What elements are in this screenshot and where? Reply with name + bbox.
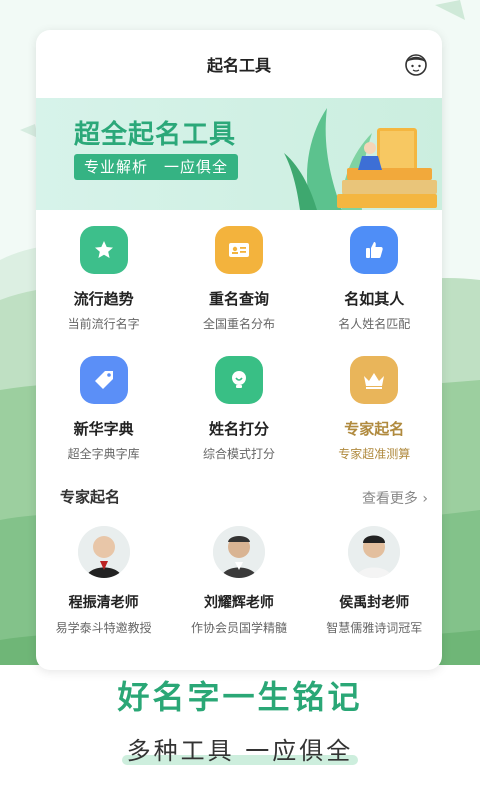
avatar-icon[interactable]: [402, 50, 430, 78]
expert-list: 程振清老师 易学泰斗特邀教授 刘耀辉老师 作协会员国学精髓 侯禹封老师 智慧儒雅…: [36, 514, 442, 636]
tool-duplicate-query[interactable]: 重名查询 全国重名分布: [171, 226, 306, 356]
app-window: 起名工具 超全起名工具 专业解析 一应俱全 流行趋势 当前流行名字 重名查询 全…: [36, 30, 442, 670]
tool-name: 流行趋势: [73, 290, 134, 308]
view-more-label: 查看更多: [361, 491, 418, 507]
top-bar: 起名工具: [36, 30, 442, 98]
expert-name: 侯禹封老师: [339, 595, 410, 611]
tool-desc: 专家超准测算: [338, 447, 411, 461]
expert-card[interactable]: 刘耀辉老师 作协会员国学精髓: [171, 526, 306, 636]
view-more-link[interactable]: 查看更多 ›: [362, 488, 428, 508]
tool-desc: 当前流行名字: [67, 317, 140, 331]
expert-desc: 智慧儒雅诗词冠军: [326, 621, 423, 635]
expert-photo: [348, 526, 401, 578]
tool-desc: 名人姓名匹配: [338, 317, 411, 331]
tag-icon: [79, 356, 128, 404]
expert-photo: [212, 526, 265, 578]
main-slogan: 好名字一生铭记: [117, 678, 363, 716]
expert-photo: [77, 526, 130, 578]
tool-grid: 流行趋势 当前流行名字 重名查询 全国重名分布 名如其人 名人姓名匹配 新华字典…: [36, 210, 442, 486]
tool-desc: 综合模式打分: [202, 447, 275, 461]
tool-name-score[interactable]: 姓名打分 综合模式打分: [171, 356, 306, 486]
lightbulb-icon: [214, 356, 263, 404]
expert-name: 程振清老师: [68, 595, 139, 611]
expert-desc: 作协会员国学精髓: [190, 621, 287, 635]
expert-card[interactable]: 侯禹封老师 智慧儒雅诗词冠军: [307, 526, 442, 636]
tool-expert-naming[interactable]: 专家起名 专家超准测算: [307, 356, 442, 486]
star-icon: [79, 226, 128, 274]
crown-icon: [350, 356, 399, 404]
promo-banner[interactable]: 超全起名工具 专业解析 一应俱全: [36, 98, 442, 210]
tool-name: 新华字典: [73, 420, 134, 438]
banner-title: 超全起名工具: [74, 120, 237, 150]
tool-dictionary[interactable]: 新华字典 超全字典字库: [36, 356, 171, 486]
banner-tagline: 专业解析 一应俱全: [74, 154, 239, 180]
chevron-right-icon: ›: [422, 491, 428, 507]
tool-name: 专家起名: [344, 420, 405, 438]
tool-name: 重名查询: [208, 290, 269, 308]
expert-section-header: 专家起名 查看更多 ›: [36, 480, 442, 514]
page-title: 起名工具: [206, 56, 271, 75]
expert-desc: 易学泰斗特邀教授: [55, 621, 152, 635]
books-illustration: [284, 108, 437, 210]
expert-card[interactable]: 程振清老师 易学泰斗特邀教授: [36, 526, 171, 636]
tool-name: 姓名打分: [208, 420, 269, 438]
section-title: 专家起名: [60, 488, 121, 506]
tool-desc: 超全字典字库: [67, 447, 140, 461]
tool-name: 名如其人: [344, 290, 405, 308]
tool-desc: 全国重名分布: [202, 317, 275, 331]
tool-trending[interactable]: 流行趋势 当前流行名字: [36, 226, 171, 356]
thumbs-up-icon: [350, 226, 399, 274]
expert-name: 刘耀辉老师: [203, 595, 274, 611]
id-card-icon: [214, 226, 263, 274]
sub-slogan: 多种工具 一应俱全: [126, 737, 354, 765]
tool-name-match[interactable]: 名如其人 名人姓名匹配: [307, 226, 442, 356]
